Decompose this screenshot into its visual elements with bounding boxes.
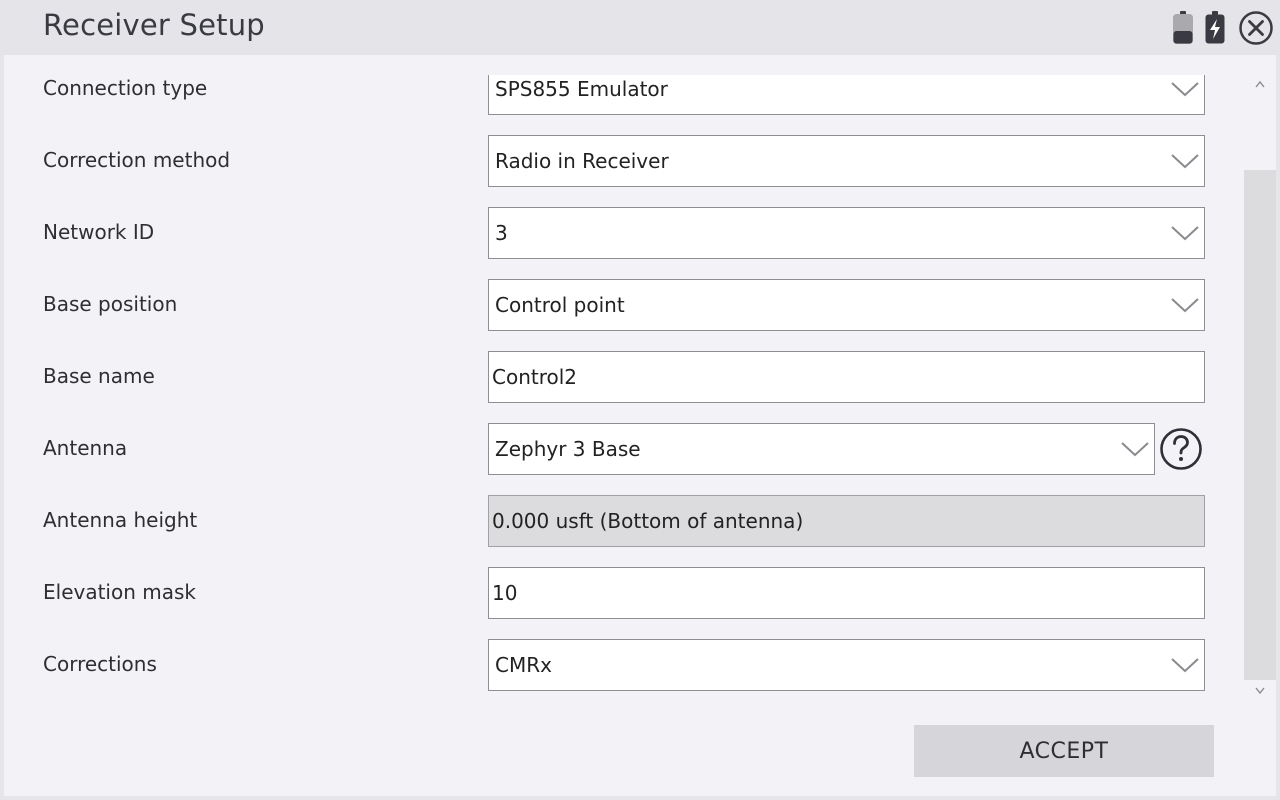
label-correction-method: Correction method [43, 148, 231, 172]
antenna-height-value: 0.000 usft (Bottom of antenna) [492, 509, 804, 533]
help-icon[interactable] [1159, 427, 1203, 471]
correction-method-select[interactable]: Radio in Receiver [488, 135, 1205, 187]
row-network-id: Network ID 3 [4, 207, 1244, 259]
label-base-position: Base position [43, 292, 178, 316]
row-correction-method: Correction method Radio in Receiver [4, 135, 1244, 187]
chevron-down-icon [1121, 442, 1149, 457]
correction-method-value: Radio in Receiver [495, 149, 669, 173]
base-name-input[interactable]: Control2 [488, 351, 1205, 403]
label-base-name: Base name [43, 364, 155, 388]
antenna-value: Zephyr 3 Base [495, 437, 641, 461]
label-connection-type: Connection type [43, 76, 208, 100]
chevron-down-icon [1171, 82, 1199, 97]
battery-icon [1173, 11, 1193, 44]
label-network-id: Network ID [43, 220, 155, 244]
row-antenna: Antenna Zephyr 3 Base [4, 423, 1244, 475]
chevron-down-icon [1171, 298, 1199, 313]
connection-type-select[interactable]: SPS855 Emulator [488, 75, 1205, 115]
base-position-value: Control point [495, 293, 625, 317]
base-name-value: Control2 [492, 365, 578, 389]
accept-button[interactable]: ACCEPT [914, 725, 1214, 777]
corrections-value: CMRx [495, 653, 552, 677]
row-antenna-height: Antenna height 0.000 usft (Bottom of ant… [4, 495, 1244, 547]
corrections-select[interactable]: CMRx [488, 639, 1205, 691]
elevation-mask-input[interactable]: 10 [488, 567, 1205, 619]
row-elevation-mask: Elevation mask 10 [4, 567, 1244, 619]
close-icon[interactable] [1238, 10, 1274, 46]
battery-charging-icon [1205, 11, 1225, 44]
scroll-down-arrow-icon[interactable] [1255, 687, 1265, 695]
row-base-name: Base name Control2 [4, 351, 1244, 403]
chevron-down-icon [1171, 154, 1199, 169]
row-corrections: Corrections CMRx [4, 639, 1244, 691]
elevation-mask-value: 10 [492, 581, 518, 605]
base-position-select[interactable]: Control point [488, 279, 1205, 331]
network-id-select[interactable]: 3 [488, 207, 1205, 259]
window-title: Receiver Setup [43, 8, 265, 42]
label-antenna: Antenna [43, 436, 128, 460]
title-bar: Receiver Setup [0, 0, 1280, 55]
label-corrections: Corrections [43, 652, 157, 676]
antenna-select[interactable]: Zephyr 3 Base [488, 423, 1155, 475]
chevron-down-icon [1171, 226, 1199, 241]
scrollbar-thumb[interactable] [1244, 170, 1276, 680]
network-id-value: 3 [495, 221, 508, 245]
scroll-up-arrow-icon[interactable] [1255, 80, 1265, 88]
connection-type-value: SPS855 Emulator [495, 77, 668, 101]
form-panel: Connection type SPS855 Emulator Correcti… [4, 55, 1276, 796]
label-elevation-mask: Elevation mask [43, 580, 196, 604]
row-connection-type: Connection type SPS855 Emulator [4, 75, 1244, 115]
label-antenna-height: Antenna height [43, 508, 198, 532]
row-base-position: Base position Control point [4, 279, 1244, 331]
vertical-scrollbar[interactable] [1244, 75, 1276, 700]
form-scroll-area[interactable]: Connection type SPS855 Emulator Correcti… [4, 75, 1244, 765]
chevron-down-icon [1171, 658, 1199, 673]
antenna-height-field[interactable]: 0.000 usft (Bottom of antenna) [488, 495, 1205, 547]
